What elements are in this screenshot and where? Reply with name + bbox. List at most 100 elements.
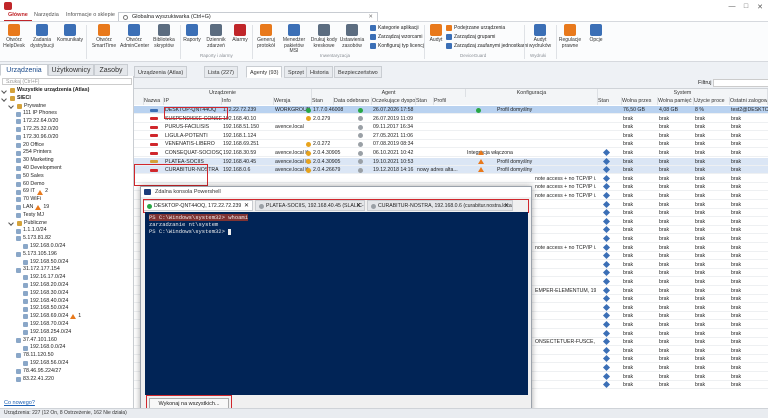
tab-narzedzia[interactable]: Narzędzia — [30, 11, 63, 21]
distribution-tasks-button[interactable]: Zadania dystrybucji — [28, 24, 56, 49]
remote-tool-icon[interactable] — [602, 234, 611, 243]
tree-item[interactable]: 37.47.101.160 — [16, 337, 57, 345]
column-header[interactable]: Oczekujące dyspo — [372, 97, 416, 105]
remote-tool-icon[interactable] — [602, 338, 611, 346]
expand-chevron-icon[interactable] — [8, 220, 14, 227]
main-tab[interactable]: Bezpieczeństwo — [334, 66, 382, 78]
tree-item[interactable]: 50 Sales — [16, 173, 44, 181]
tree-item[interactable]: 172.30.96.0/20 — [16, 134, 58, 142]
remote-tool-icon[interactable] — [602, 372, 611, 380]
manage-groups-button[interactable]: Zarządzaj grupami — [446, 34, 495, 40]
print-barcodes-button[interactable]: Drukuj kody kreskowe — [310, 24, 338, 49]
table-row[interactable]: DESKTOP-QNT44OQ 172.22.72.239 WORKGROUP 17.… — [134, 106, 768, 114]
table-row[interactable]: PLATEA-SOCIIS 192.168.40.45 avence.local K… — [134, 157, 768, 166]
tree-item[interactable]: SIECI — [1, 95, 31, 103]
alarms-button[interactable]: Alarmy — [226, 24, 254, 44]
tree-item[interactable]: 40 Development — [16, 165, 62, 173]
close-window-button[interactable]: ✕ — [754, 3, 766, 13]
remote-tool-icon[interactable] — [602, 200, 611, 208]
expand-chevron-icon[interactable] — [1, 95, 7, 102]
tree-item[interactable]: 192.168.0.0/24 — [23, 243, 65, 251]
table-row[interactable]: SUSPENDISSE-CONSEQ...192.168.40.10 2.0.27… — [134, 115, 768, 123]
tree-item[interactable]: 69 IT 2 — [16, 188, 48, 196]
main-tab[interactable]: Lista (227) — [204, 66, 238, 78]
generate-protocol-button[interactable]: Generuj protokół — [252, 24, 280, 49]
remote-tool-icon[interactable] — [602, 217, 611, 225]
powershell-tab[interactable]: CURABITUR-NOSTRA, 192.168.0.6 (curabitur… — [367, 200, 513, 211]
close-icon[interactable]: ✕ — [368, 14, 373, 20]
column-header[interactable]: Wersja — [274, 97, 312, 105]
tree-item[interactable]: 111 IP Phones — [16, 110, 57, 118]
powershell-tab[interactable]: PLATEA-SOCIIS, 192.168.40.45 (SLALIC-PC)… — [255, 200, 365, 211]
tab-glowne[interactable]: Główne — [4, 11, 32, 21]
remote-tool-icon[interactable] — [602, 260, 611, 268]
open-smarttime-button[interactable]: Otwórz SmartTime — [90, 24, 118, 49]
close-tab-icon[interactable]: ✕ — [356, 201, 361, 210]
table-row[interactable]: LIGULA-POTENTI 192.168.1.124 27.05.2021 11… — [134, 132, 768, 140]
column-header[interactable]: Stan — [416, 97, 434, 105]
tree-item[interactable]: 5.173.81.82 — [16, 235, 51, 243]
minimize-button[interactable]: — — [726, 3, 738, 13]
column-header[interactable]: Stan — [598, 97, 622, 105]
column-header[interactable]: IP — [164, 97, 222, 105]
options-button[interactable]: Opcje — [582, 24, 610, 44]
whats-new-link[interactable]: Co nowego? — [4, 400, 35, 406]
tree-item[interactable]: LAN 19 — [16, 204, 49, 212]
remote-tool-icon[interactable] — [602, 346, 611, 354]
tree-item[interactable]: Wszystkie urządzenia (Atlas) — [1, 87, 89, 95]
remote-tool-icon[interactable] — [602, 252, 611, 260]
tree-item[interactable]: 20 Office — [16, 142, 44, 150]
tab-zasoby[interactable]: Zasoby — [94, 64, 128, 76]
table-row[interactable]: VENENATIS-LIBERO 192.168.69.251 2.0.272 07.… — [134, 140, 768, 149]
remote-tool-icon[interactable] — [602, 157, 611, 165]
remote-tool-icon[interactable] — [602, 312, 611, 320]
tree-item[interactable]: 192.168.69.0/24 1 — [23, 313, 81, 321]
global-search[interactable]: Globalna wyszukiwarka (Ctrl+G) ✕ — [118, 12, 378, 21]
column-header[interactable]: Data odebrano — [334, 97, 372, 105]
tree-item[interactable]: 1.1.1.0/24 — [16, 227, 47, 235]
remote-tool-icon[interactable] — [602, 226, 611, 234]
tree-item[interactable]: 172.22.64.0/20 — [16, 118, 58, 126]
column-header[interactable]: Wolna pamięć fi — [658, 97, 694, 105]
manage-templates-button[interactable]: Zarządzaj wzorcami — [370, 34, 422, 40]
tree-item[interactable]: 5.173.105.196 — [16, 251, 57, 259]
tree-item[interactable]: 31.172.177.154 — [16, 266, 60, 274]
expand-chevron-icon[interactable] — [8, 103, 14, 110]
column-header[interactable]: Wolna przes — [622, 97, 658, 105]
powershell-tab[interactable]: DESKTOP-QNT44OQ, 172.22.72.239 ✕ — [143, 200, 253, 211]
remote-tool-icon[interactable] — [602, 381, 611, 389]
print-audit-button[interactable]: Audyt wydruków — [526, 24, 554, 49]
remote-tool-icon[interactable] — [602, 209, 611, 217]
tree-item[interactable]: 60 Demo — [16, 181, 45, 189]
main-tab[interactable]: Historia — [306, 66, 333, 78]
table-row[interactable]: CONSEQUAT-SOCIOSQU 192.168.30.59 avence.lo… — [134, 148, 768, 157]
table-row[interactable]: PURUS-FACILISIS 192.168.51.150 avence.loca… — [134, 123, 768, 132]
remote-tool-icon[interactable] — [602, 183, 611, 191]
tree-item[interactable]: 70 WiFi — [16, 196, 41, 204]
tree-item[interactable]: 30 Marketing — [16, 157, 54, 165]
main-tab[interactable]: Sprzęt — [284, 66, 308, 78]
tree-item[interactable]: 192.168.30.0/24 — [23, 290, 68, 298]
close-tab-icon[interactable]: ✕ — [244, 201, 249, 210]
remote-tool-icon[interactable] — [602, 329, 611, 337]
script-library-button[interactable]: Biblioteka skryptów — [150, 24, 178, 49]
suspicious-devices-button[interactable]: Podejrzane urządzenia — [446, 25, 505, 31]
remote-tool-icon[interactable] — [602, 286, 611, 294]
remote-tool-icon[interactable] — [602, 320, 611, 329]
app-categories-button[interactable]: Kategorie aplikacji — [370, 25, 419, 31]
open-helpdesk-button[interactable]: Otwórz HelpDesk — [0, 24, 28, 49]
column-header[interactable]: Użycie proce — [694, 97, 730, 105]
tree-item[interactable]: 172.25.32.0/20 — [16, 126, 58, 134]
remote-tool-icon[interactable] — [602, 277, 611, 286]
column-header[interactable]: Profil — [434, 97, 598, 105]
remote-tool-icon[interactable] — [602, 295, 611, 303]
trusted-units-button[interactable]: Zarządzaj zaufanymi jednostkami — [446, 43, 528, 49]
remote-tool-icon[interactable] — [602, 174, 611, 182]
powershell-console[interactable]: PS C:\Windows\system32> whoami zarzadzani… — [145, 212, 528, 395]
table-row[interactable]: note access + no TCP/IP i... brak brak brak… — [134, 174, 768, 183]
tab-urzadzenia[interactable]: Urządzenia — [0, 64, 48, 76]
remote-tool-icon[interactable] — [602, 191, 611, 200]
remote-tool-icon[interactable] — [602, 166, 611, 174]
maximize-button[interactable]: □ — [740, 3, 752, 13]
tree-item[interactable]: Prywatne — [8, 103, 46, 111]
